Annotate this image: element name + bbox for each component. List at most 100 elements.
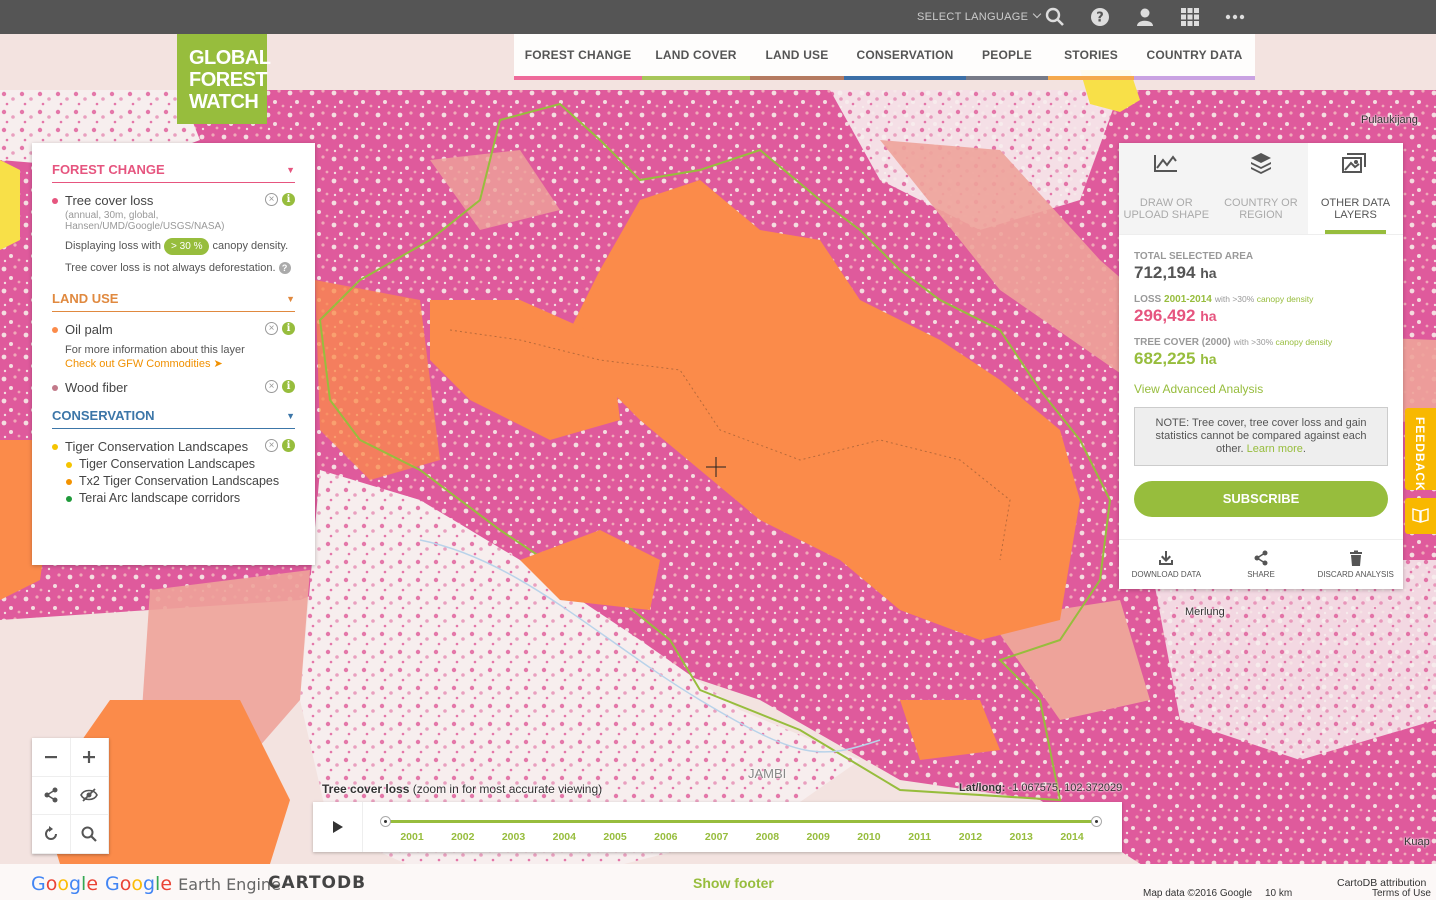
cover-number: 682,225 xyxy=(1134,349,1196,368)
chart-area-icon xyxy=(1119,143,1214,183)
layer-tiger-conservation: Tiger Conservation Landscapes × i Tiger … xyxy=(52,439,295,505)
tree-cover-value: 682,225 ha xyxy=(1134,349,1388,369)
more-icon[interactable] xyxy=(1225,7,1245,27)
remove-layer-icon[interactable]: × xyxy=(265,439,278,452)
info-icon[interactable]: i xyxy=(282,193,295,206)
google-earth-engine-logo[interactable]: Google Earth Engine xyxy=(105,873,281,895)
loss-label: LOSS 2001-2014 with >30% canopy density xyxy=(1134,294,1388,305)
feedback-tab[interactable]: FEEDBACK xyxy=(1405,408,1436,492)
timeline-year-2008[interactable]: 2008 xyxy=(747,831,787,843)
learn-more-link[interactable]: Learn more xyxy=(1247,443,1303,455)
help-icon[interactable]: ? xyxy=(1090,7,1110,27)
sublayer[interactable]: Tiger Conservation Landscapes xyxy=(65,457,295,471)
zoom-in-button[interactable] xyxy=(70,738,109,777)
nav-people[interactable]: PEOPLE xyxy=(966,34,1048,80)
timeline-year-2001[interactable]: 2001 xyxy=(392,831,432,843)
share-map-button[interactable] xyxy=(32,776,71,816)
hide-eye-icon xyxy=(80,788,99,803)
scale-bar[interactable]: 10 km xyxy=(1265,888,1292,899)
sublayer[interactable]: Terai Arc landscape corridors xyxy=(65,491,295,505)
view-advanced-analysis-link[interactable]: View Advanced Analysis xyxy=(1134,382,1388,396)
timeline-year-2014[interactable]: 2014 xyxy=(1052,831,1092,843)
language-selector[interactable]: SELECT LANGUAGE xyxy=(917,9,1042,23)
discard-analysis-button[interactable]: DISCARD ANALYSIS xyxy=(1308,540,1403,589)
info-icon[interactable]: i xyxy=(282,439,295,452)
tab-country-region[interactable]: COUNTRY OR REGION xyxy=(1213,143,1309,234)
section-land-use[interactable]: LAND USE ▼ xyxy=(52,290,295,312)
timeline-start-handle[interactable] xyxy=(380,816,391,827)
latlong-value: -1.067575, 102.372029 xyxy=(1008,782,1123,794)
timeline-year-2013[interactable]: 2013 xyxy=(1001,831,1041,843)
nav-country-data[interactable]: COUNTRY DATA xyxy=(1134,34,1255,80)
timeline-year-2011[interactable]: 2011 xyxy=(900,831,940,843)
timeline-slider: 2001 2002 2003 2004 2005 2006 2007 2008 2009 2010… xyxy=(313,802,1122,852)
play-button[interactable] xyxy=(313,802,363,852)
action-label: DOWNLOAD DATA xyxy=(1131,570,1202,579)
info-text: For more information about this layer xyxy=(65,344,245,356)
nav-stories[interactable]: STORIES xyxy=(1048,34,1134,80)
tab-other-data-layers[interactable]: OTHER DATA LAYERS xyxy=(1308,143,1403,234)
map-place-label: JAMBI xyxy=(748,766,787,781)
remove-layer-icon[interactable]: × xyxy=(265,193,278,206)
nav-land-cover[interactable]: LAND COVER xyxy=(642,34,750,80)
cartodb-logo[interactable]: CARTODB xyxy=(268,873,366,893)
share-button[interactable]: SHARE xyxy=(1214,540,1309,589)
nav-forest-change[interactable]: FOREST CHANGE xyxy=(514,34,642,80)
caret-down-icon[interactable]: ▼ xyxy=(286,294,295,304)
layers-legend-panel: FOREST CHANGE ▼ Tree cover loss × i (ann… xyxy=(32,143,315,565)
show-footer-link[interactable]: Show footer xyxy=(693,875,774,891)
caret-down-icon[interactable]: ▼ xyxy=(286,165,295,175)
analysis-panel: DRAW OR UPLOAD SHAPE COUNTRY OR REGION O… xyxy=(1119,143,1403,589)
timeline-year-2009[interactable]: 2009 xyxy=(798,831,838,843)
timeline-year-2007[interactable]: 2007 xyxy=(697,831,737,843)
timeline-years: 2001 2002 2003 2004 2005 2006 2007 2008 2009 2010… xyxy=(386,831,1098,845)
tab-draw-upload-shape[interactable]: DRAW OR UPLOAD SHAPE xyxy=(1119,143,1214,234)
search-location-button[interactable] xyxy=(70,815,109,854)
timeline-year-2002[interactable]: 2002 xyxy=(443,831,483,843)
reset-map-button[interactable] xyxy=(32,815,71,854)
guide-tab[interactable] xyxy=(1405,498,1436,534)
google-logo[interactable]: Google xyxy=(31,873,98,895)
timeline-year-2012[interactable]: 2012 xyxy=(950,831,990,843)
section-forest-change[interactable]: FOREST CHANGE ▼ xyxy=(52,161,295,183)
action-label: SHARE xyxy=(1247,570,1275,579)
section-conservation[interactable]: CONSERVATION ▼ xyxy=(52,407,295,429)
timeline-track[interactable] xyxy=(385,820,1097,823)
timeline-year-2005[interactable]: 2005 xyxy=(595,831,635,843)
caret-down-icon[interactable]: ▼ xyxy=(286,411,295,421)
subscribe-button[interactable]: SUBSCRIBE xyxy=(1134,481,1388,517)
remove-layer-icon[interactable]: × xyxy=(265,322,278,335)
layer-name: Wood fiber xyxy=(65,380,128,395)
gfw-commodities-link[interactable]: Check out GFW Commodities ➤ xyxy=(65,357,295,371)
book-icon xyxy=(1412,508,1429,523)
search-icon[interactable] xyxy=(1045,7,1065,27)
map-data-attribution[interactable]: Map data ©2016 Google xyxy=(1143,888,1252,899)
timeline-year-2003[interactable]: 2003 xyxy=(494,831,534,843)
canopy-density-link[interactable]: canopy density xyxy=(1257,294,1314,304)
info-icon[interactable]: i xyxy=(282,322,295,335)
gfw-logo[interactable]: GLOBAL FOREST WATCH xyxy=(177,34,271,124)
logo-text: FOREST xyxy=(189,69,268,91)
toggle-panels-button[interactable] xyxy=(70,776,109,816)
nav-land-use[interactable]: LAND USE xyxy=(750,34,844,80)
sublayer[interactable]: Tx2 Tiger Conservation Landscapes xyxy=(65,474,295,488)
canopy-density-link[interactable]: canopy density xyxy=(1276,337,1333,347)
remove-layer-icon[interactable]: × xyxy=(265,380,278,393)
loss-qualifier: with >30% canopy density xyxy=(1215,294,1314,304)
zoom-out-button[interactable] xyxy=(32,738,71,777)
canopy-density-pill[interactable]: > 30 % xyxy=(164,238,210,255)
layer-source: (annual, 30m, global, Hansen/UMD/Google/… xyxy=(65,210,225,232)
timeline-year-2004[interactable]: 2004 xyxy=(544,831,584,843)
terms-of-use-link[interactable]: Terms of Use xyxy=(1372,888,1431,899)
timeline-year-2010[interactable]: 2010 xyxy=(849,831,889,843)
apps-grid-icon[interactable] xyxy=(1180,7,1200,27)
user-icon[interactable] xyxy=(1135,7,1155,27)
timeline-year-2006[interactable]: 2006 xyxy=(646,831,686,843)
download-data-button[interactable]: DOWNLOAD DATA xyxy=(1119,540,1214,589)
info-icon[interactable]: i xyxy=(282,380,295,393)
nav-conservation[interactable]: CONSERVATION xyxy=(844,34,966,80)
timeline-end-handle[interactable] xyxy=(1091,816,1102,827)
sublayer-name: Terai Arc landscape corridors xyxy=(79,491,241,505)
help-question-icon[interactable]: ? xyxy=(278,262,291,274)
image-layers-icon xyxy=(1308,143,1403,183)
